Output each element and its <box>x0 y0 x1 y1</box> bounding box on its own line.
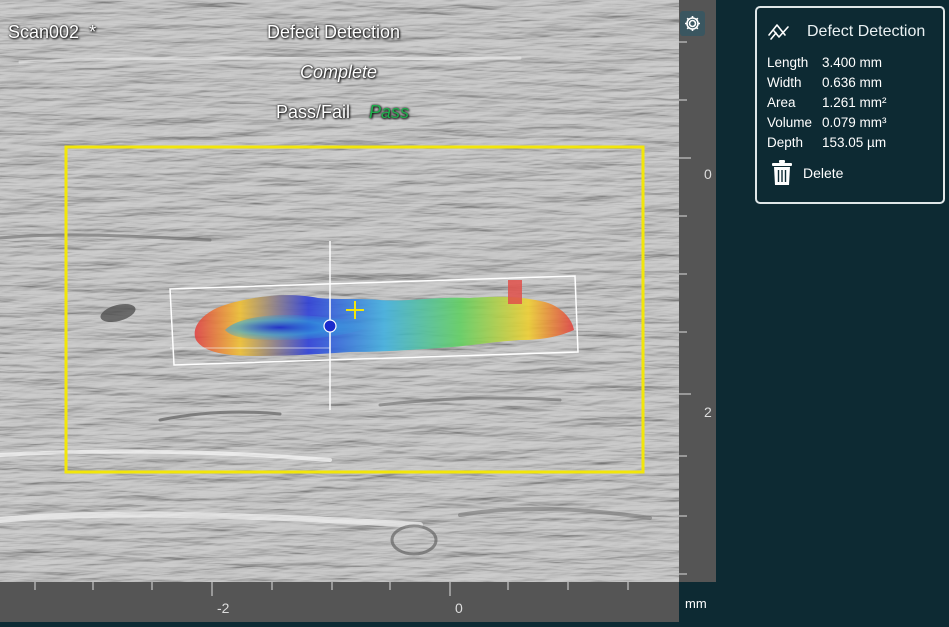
delete-button[interactable]: Delete <box>771 160 843 186</box>
defect-detection-icon <box>767 21 791 48</box>
horizontal-ruler-ticks <box>34 582 629 596</box>
overlay-status: Complete <box>300 62 378 82</box>
horizontal-ruler <box>0 582 679 622</box>
overlay-title: Defect Detection <box>267 22 401 42</box>
property-value: 0.636 mm <box>822 75 883 90</box>
property-value: 3.400 mm <box>822 55 883 70</box>
scan-name: Scan002 * <box>8 22 96 43</box>
passfail-label: Pass/Fail <box>276 102 351 122</box>
property-value: 153.05 µm <box>822 135 887 150</box>
vertical-tick-label: 2 <box>704 404 712 420</box>
settings-button[interactable] <box>680 11 705 36</box>
property-label: Depth <box>767 135 804 150</box>
property-row-width: Width 0.636 mm <box>767 75 882 90</box>
property-row-depth: Depth 153.05 µm <box>767 135 886 150</box>
property-value: 1.261 mm² <box>822 95 887 110</box>
trash-icon <box>772 160 792 185</box>
defect-detection-panel: Defect Detection Length 3.400 mm Width 0.6… <box>755 6 945 204</box>
property-label: Length <box>767 55 809 70</box>
property-row-volume: Volume 0.079 mm³ <box>767 115 887 130</box>
vertical-tick-label: 0 <box>704 166 712 182</box>
scan-name-text: Scan002 <box>8 22 80 42</box>
scan-viewport[interactable] <box>0 0 679 582</box>
ruler-unit: mm <box>685 596 707 611</box>
panel-title: Defect Detection <box>807 23 926 40</box>
scan-image[interactable] <box>0 0 679 582</box>
vertical-ruler-ticks <box>679 41 691 575</box>
deepest-point-marker[interactable] <box>323 319 337 333</box>
delete-label: Delete <box>803 165 844 181</box>
passfail-value: Pass <box>369 102 410 122</box>
property-label: Area <box>767 95 796 110</box>
property-row-area: Area 1.261 mm² <box>767 95 887 110</box>
horizontal-tick-label: -2 <box>217 600 230 616</box>
property-label: Width <box>767 75 802 90</box>
property-value: 0.079 mm³ <box>822 115 887 130</box>
unsaved-marker: * <box>89 22 97 42</box>
property-label: Volume <box>767 115 813 130</box>
vertical-ruler <box>679 0 716 582</box>
property-row-length: Length 3.400 mm <box>767 55 882 70</box>
horizontal-tick-label: 0 <box>455 600 463 616</box>
gear-icon <box>685 16 700 31</box>
